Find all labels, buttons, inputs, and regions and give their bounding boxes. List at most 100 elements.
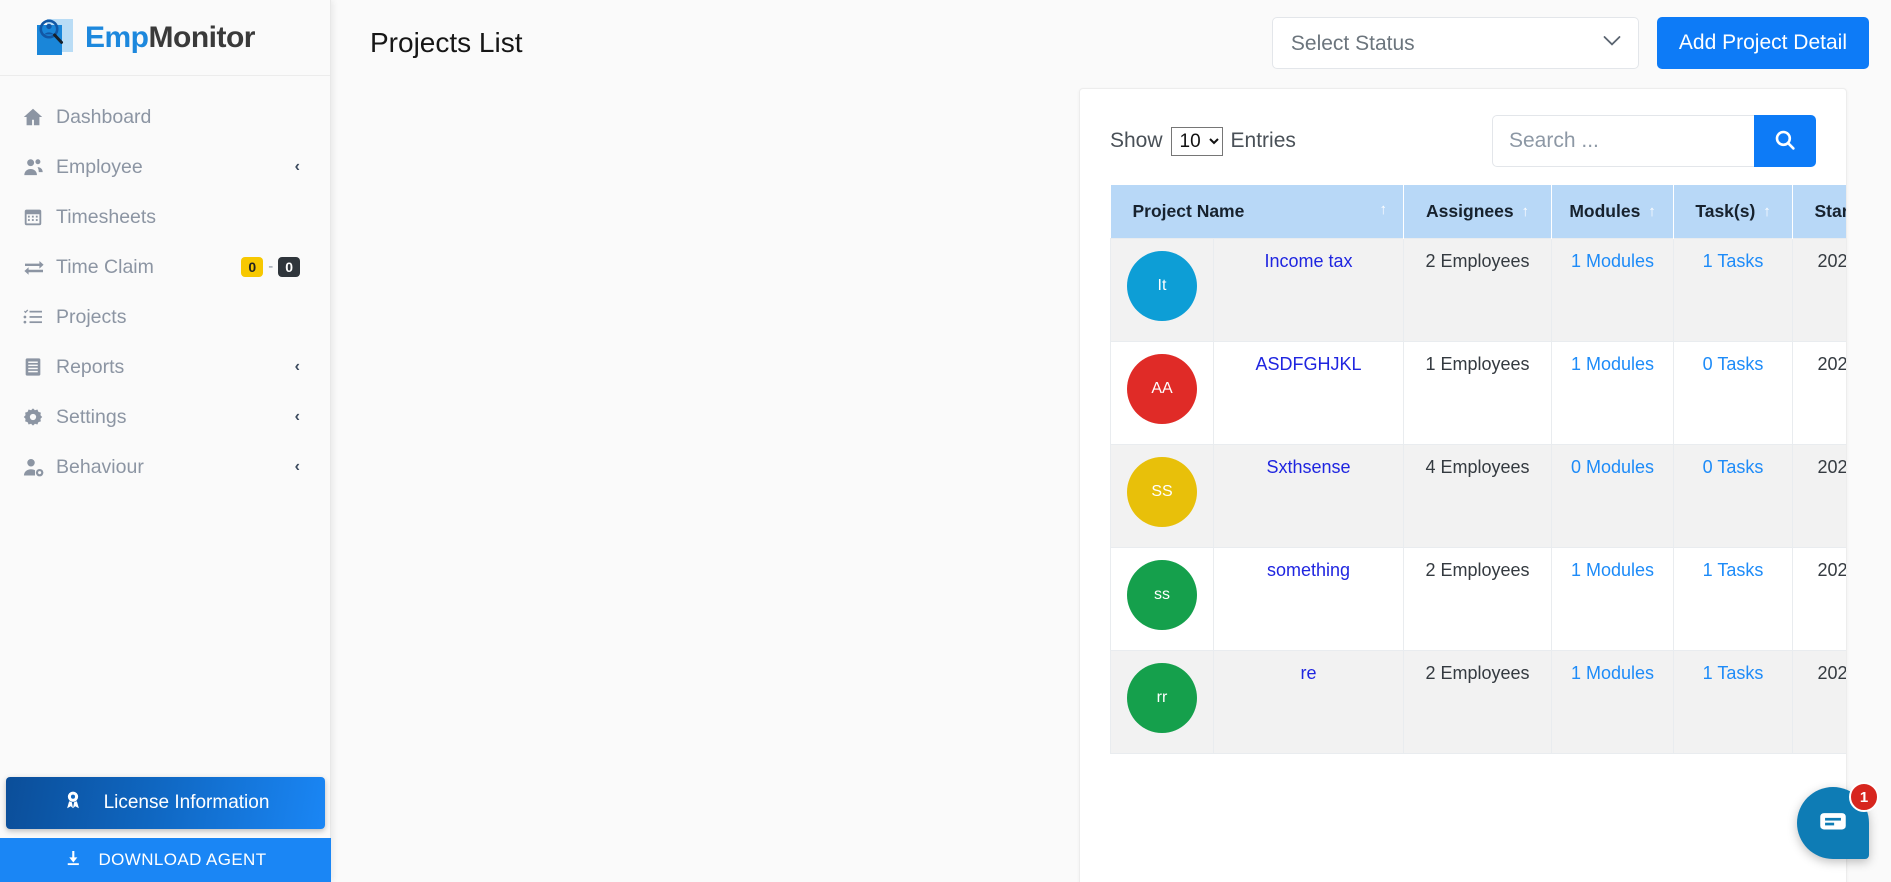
brand-title: EmpMonitor <box>85 23 255 53</box>
download-agent-button[interactable]: DOWNLOAD AGENT <box>0 838 331 882</box>
row-modules-cell: 1 Modules <box>1552 651 1674 754</box>
tasks-link[interactable]: 0 Tasks <box>1703 354 1764 374</box>
tasks-link[interactable]: 0 Tasks <box>1703 457 1764 477</box>
col-header-modules[interactable]: Modules ↑ <box>1552 185 1674 239</box>
download-icon <box>64 849 82 872</box>
start-date-value: 2021-09-10 <box>1817 251 1846 271</box>
chevron-left-icon: ‹ <box>295 409 300 425</box>
modules-link[interactable]: 0 Modules <box>1571 457 1654 477</box>
avatar: SS <box>1127 457 1197 527</box>
show-entries-control: Show 10 Entries <box>1110 127 1296 156</box>
project-name-link[interactable]: ASDFGHJKL <box>1255 354 1361 374</box>
sidebar-item-time-claim[interactable]: Time Claim 0 - 0 <box>0 242 330 292</box>
chat-unread-badge: 1 <box>1849 782 1879 812</box>
modules-link[interactable]: 1 Modules <box>1571 251 1654 271</box>
avatar-initials: rr <box>1157 689 1168 707</box>
sidebar-item-timesheets[interactable]: Timesheets <box>0 192 330 242</box>
assignees-value: 2 Employees <box>1425 251 1529 271</box>
row-start-date-cell: 2021-10-28 <box>1793 548 1846 651</box>
col-header-project-name[interactable]: Project Name ↑ <box>1111 185 1404 239</box>
avatar: rr <box>1127 663 1197 733</box>
row-project-name-cell: Income tax <box>1214 239 1404 342</box>
row-assignees-cell: 2 Employees <box>1404 548 1552 651</box>
entries-per-page-select[interactable]: 10 <box>1171 127 1223 156</box>
license-information-label: License Information <box>104 792 270 814</box>
modules-link[interactable]: 1 Modules <box>1571 354 1654 374</box>
sort-arrow-icon: ↑ <box>1380 201 1388 218</box>
project-name-link[interactable]: Sxthsense <box>1266 457 1350 477</box>
row-project-name-cell: Sxthsense <box>1214 445 1404 548</box>
row-project-name-cell: re <box>1214 651 1404 754</box>
tasks-link[interactable]: 1 Tasks <box>1703 560 1764 580</box>
col-label: Modules <box>1569 201 1640 221</box>
row-project-name-cell: something <box>1214 548 1404 651</box>
col-header-start-date[interactable]: Start Date ↑ <box>1793 185 1846 239</box>
table-row[interactable]: It Income tax 2 Employees 1 Modules 1 Tasks 2… <box>1111 239 1847 342</box>
sidebar-item-label: Employee <box>56 156 295 179</box>
users-icon <box>22 156 56 179</box>
chevron-left-icon: ‹ <box>295 159 300 175</box>
chevron-left-icon: ‹ <box>295 459 300 475</box>
sidebar-item-settings[interactable]: Settings ‹ <box>0 392 330 442</box>
sidebar-item-label: Dashboard <box>56 106 300 129</box>
table-row[interactable]: rr re 2 Employees 1 Modules 1 Tasks 2021-09-0… <box>1111 651 1847 754</box>
row-start-date-cell: 2021-09-15 <box>1793 445 1846 548</box>
row-modules-cell: 1 Modules <box>1552 548 1674 651</box>
sidebar-item-dashboard[interactable]: Dashboard <box>0 92 330 142</box>
brand-title-monitor: Monitor <box>149 21 255 54</box>
row-avatar-cell: SS <box>1111 445 1214 548</box>
sidebar-item-label: Settings <box>56 406 295 429</box>
search-icon <box>1773 128 1797 155</box>
avatar: It <box>1127 251 1197 321</box>
col-header-assignees[interactable]: Assignees ↑ <box>1404 185 1552 239</box>
row-assignees-cell: 2 Employees <box>1404 239 1552 342</box>
row-assignees-cell: 2 Employees <box>1404 651 1552 754</box>
row-start-date-cell: 2021-09-06 <box>1793 651 1846 754</box>
col-label: Start Date <box>1814 201 1846 221</box>
sidebar-item-behaviour[interactable]: Behaviour ‹ <box>0 442 330 492</box>
sidebar-item-reports[interactable]: Reports ‹ <box>0 342 330 392</box>
user-gear-icon <box>22 456 56 479</box>
avatar-initials: AA <box>1151 380 1172 398</box>
add-project-detail-button[interactable]: Add Project Detail <box>1657 17 1869 69</box>
page-title: Projects List <box>370 27 1272 59</box>
award-icon <box>62 789 84 817</box>
license-information-button[interactable]: License Information <box>6 777 325 829</box>
start-date-value: 2021-10-28 <box>1817 560 1846 580</box>
calendar-icon <box>22 206 56 228</box>
row-modules-cell: 1 Modules <box>1552 239 1674 342</box>
row-tasks-cell: 0 Tasks <box>1674 342 1793 445</box>
sidebar-item-label: Reports <box>56 356 295 379</box>
avatar-initials: SS <box>1151 483 1172 501</box>
row-tasks-cell: 0 Tasks <box>1674 445 1793 548</box>
assignees-value: 2 Employees <box>1425 663 1529 683</box>
brand-title-emp: Emp <box>85 21 149 54</box>
project-name-link[interactable]: re <box>1301 663 1317 683</box>
modules-link[interactable]: 1 Modules <box>1571 560 1654 580</box>
row-avatar-cell: rr <box>1111 651 1214 754</box>
modules-link[interactable]: 1 Modules <box>1571 663 1654 683</box>
project-name-link[interactable]: Income tax <box>1264 251 1352 271</box>
project-name-link[interactable]: something <box>1267 560 1350 580</box>
sidebar-item-employee[interactable]: Employee ‹ <box>0 142 330 192</box>
time-claim-badges: 0 - 0 <box>241 257 300 278</box>
row-tasks-cell: 1 Tasks <box>1674 651 1793 754</box>
tasks-link[interactable]: 1 Tasks <box>1703 663 1764 683</box>
table-row[interactable]: sssomething2 Employees1 Modules1 Tasks20… <box>1111 548 1847 651</box>
chat-bubble-icon <box>1816 804 1850 843</box>
col-header-tasks[interactable]: Task(s) ↑ <box>1674 185 1793 239</box>
search-input[interactable] <box>1492 115 1754 167</box>
tasks-link[interactable]: 1 Tasks <box>1703 251 1764 271</box>
brand-logo-area[interactable]: EmpMonitor <box>0 0 330 76</box>
sidebar-item-label: Behaviour <box>56 456 295 479</box>
entries-label: Entries <box>1231 129 1296 153</box>
sidebar-item-projects[interactable]: Projects <box>0 292 330 342</box>
search-button[interactable] <box>1754 115 1816 167</box>
row-avatar-cell: AA <box>1111 342 1214 445</box>
table-scroll-area[interactable]: Project Name ↑ Assignees ↑ Modules ↑ <box>1080 185 1846 754</box>
table-row[interactable]: SSSxthsense4 Employees0 Modules0 Tasks20… <box>1111 445 1847 548</box>
table-row[interactable]: AAASDFGHJKL1 Employees1 Modules0 Tasks20… <box>1111 342 1847 445</box>
download-agent-label: DOWNLOAD AGENT <box>98 850 266 870</box>
row-project-name-cell: ASDFGHJKL <box>1214 342 1404 445</box>
status-filter-select[interactable]: Select Status <box>1272 17 1639 69</box>
